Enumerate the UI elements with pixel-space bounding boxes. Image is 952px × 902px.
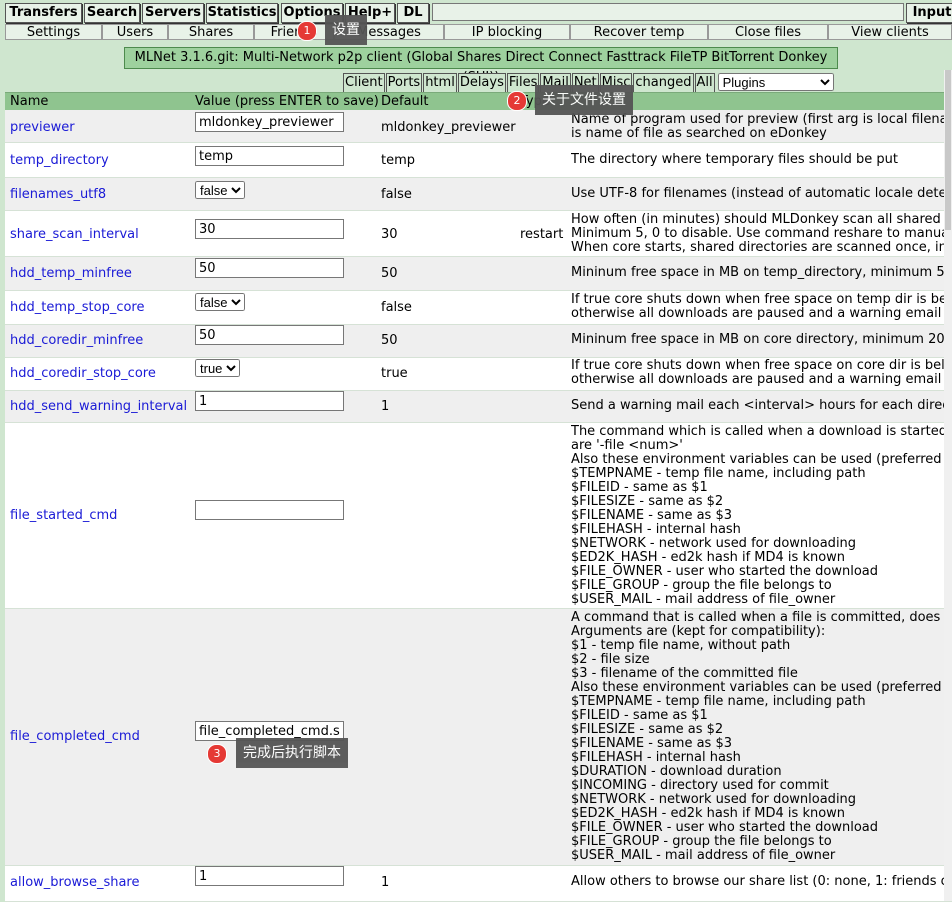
command-input[interactable] (432, 3, 904, 21)
option-name[interactable]: filenames_utf8 (10, 187, 106, 202)
header-name: Name (10, 94, 49, 109)
option-name[interactable]: previewer (10, 120, 75, 135)
option-name[interactable]: file_completed_cmd (10, 729, 140, 744)
option-help: Name of program used for preview (first … (571, 113, 952, 141)
option-help: How often (in minutes) should MLDonkey s… (571, 213, 952, 255)
option-name[interactable]: temp_directory (10, 153, 109, 168)
option-name[interactable]: hdd_coredir_stop_core (10, 366, 156, 381)
header-default: Default (381, 94, 429, 109)
option-help: The directory where temporary files shou… (571, 153, 898, 167)
annotation-badge-1: 1 (297, 21, 317, 41)
subnav-shares[interactable]: Shares (168, 24, 254, 40)
option-default: false (381, 187, 412, 202)
search-button[interactable]: Search (84, 3, 140, 23)
option-name[interactable]: hdd_send_warning_interval (10, 399, 187, 414)
category-ports[interactable]: Ports (385, 73, 423, 93)
option-default: true (381, 366, 408, 381)
dl-button[interactable]: DL (397, 3, 429, 23)
option-default: 30 (381, 227, 398, 242)
sub-navigation: Settings Users Shares Friends Messages I… (0, 24, 952, 40)
option-default: 50 (381, 266, 398, 281)
vertical-scrollbar[interactable] (944, 70, 952, 901)
annotation-tip-files: 关于文件设置 (535, 85, 633, 115)
option-name[interactable]: file_started_cmd (10, 508, 117, 523)
option-help: The command which is called when a downl… (571, 425, 952, 607)
option-value-input[interactable] (195, 146, 344, 166)
table-row: temp_directory temp The directory where … (5, 143, 952, 178)
option-help: Use UTF-8 for filenames (instead of auto… (571, 187, 952, 201)
option-value-input[interactable] (195, 866, 344, 886)
option-help: A command that is called when a file is … (571, 611, 952, 863)
option-value-input[interactable] (195, 391, 344, 411)
subnav-close-files[interactable]: Close files (708, 24, 828, 40)
subnav-view-clients[interactable]: View clients (828, 24, 952, 40)
scrollbar-thumb[interactable] (945, 70, 951, 230)
option-type: restart (520, 227, 564, 242)
version-banner: MLNet 3.1.6.git: Multi-Network p2p clien… (124, 47, 838, 85)
subnav-users[interactable]: Users (102, 24, 168, 40)
option-default: false (381, 300, 412, 315)
option-help: Allow others to browse our share list (0… (571, 875, 952, 889)
input-button[interactable]: Input (906, 3, 952, 23)
table-row: file_started_cmd The command which is ca… (5, 423, 952, 609)
option-name[interactable]: allow_browse_share (10, 875, 139, 890)
option-default: temp (381, 153, 416, 168)
option-help: Mininum free space in MB on core directo… (571, 333, 945, 347)
header-value: Value (press ENTER to save) (195, 94, 379, 109)
option-name[interactable]: hdd_coredir_minfree (10, 333, 143, 348)
table-row: hdd_send_warning_interval 1 Send a warni… (5, 391, 952, 423)
category-delays[interactable]: Delays (457, 73, 506, 93)
category-client[interactable]: Client (343, 73, 385, 93)
annotation-tip-settings: 设置 (325, 15, 367, 45)
table-row: share_scan_interval 30 restart How often… (5, 211, 952, 257)
annotation-badge-3: 3 (207, 744, 227, 764)
option-help: If true core shuts down when free space … (571, 359, 952, 387)
top-navigation: Transfers Search Servers Statistics Opti… (0, 0, 952, 24)
option-name[interactable]: share_scan_interval (10, 227, 139, 242)
option-value-input[interactable] (195, 112, 344, 132)
plugins-select[interactable]: Plugins (717, 73, 834, 91)
subnav-settings[interactable]: Settings (5, 24, 102, 40)
category-changed[interactable]: changed (633, 73, 694, 93)
option-name[interactable]: hdd_temp_stop_core (10, 300, 145, 315)
table-row: hdd_temp_stop_core false false If true c… (5, 291, 952, 325)
subnav-ip-blocking[interactable]: IP blocking (444, 24, 570, 40)
option-help: Mininum free space in MB on temp_directo… (571, 266, 952, 280)
category-html[interactable]: html (423, 73, 457, 93)
table-row: previewer mldonkey_previewer Name of pro… (5, 110, 952, 143)
table-row: hdd_temp_minfree 50 Mininum free space i… (5, 257, 952, 291)
subnav-friends[interactable]: Friends (254, 24, 334, 40)
option-help: Send a warning mail each <interval> hour… (571, 399, 952, 413)
table-header: Name Value (press ENTER to save) Default… (5, 92, 952, 110)
option-value-input[interactable] (195, 500, 344, 520)
option-value-input[interactable] (195, 219, 344, 239)
annotation-tip-script: 完成后执行脚本 (236, 738, 348, 768)
table-row: hdd_coredir_stop_core true true If true … (5, 358, 952, 391)
option-name[interactable]: hdd_temp_minfree (10, 266, 132, 281)
statistics-button[interactable]: Statistics (206, 3, 278, 23)
servers-button[interactable]: Servers (142, 3, 204, 23)
transfers-button[interactable]: Transfers (5, 3, 82, 23)
option-value-select[interactable]: false (195, 181, 245, 199)
table-row: allow_browse_share 1 Allow others to bro… (5, 866, 952, 902)
option-value-select[interactable]: true (195, 359, 240, 377)
option-help: If true core shuts down when free space … (571, 293, 952, 321)
option-default: 1 (381, 875, 390, 890)
option-default: 1 (381, 399, 390, 414)
option-value-select[interactable]: false (195, 293, 245, 311)
option-default: mldonkey_previewer (381, 120, 516, 135)
category-all[interactable]: All (694, 73, 715, 93)
table-row: filenames_utf8 false false Use UTF-8 for… (5, 178, 952, 211)
option-value-input[interactable] (195, 325, 344, 345)
option-default: 50 (381, 333, 398, 348)
table-row: hdd_coredir_minfree 50 Mininum free spac… (5, 325, 952, 358)
option-value-input[interactable] (195, 258, 344, 278)
subnav-recover-temp[interactable]: Recover temp (570, 24, 708, 40)
annotation-badge-2: 2 (507, 91, 527, 111)
table-row: file_completed_cmd A command that is cal… (5, 609, 952, 866)
